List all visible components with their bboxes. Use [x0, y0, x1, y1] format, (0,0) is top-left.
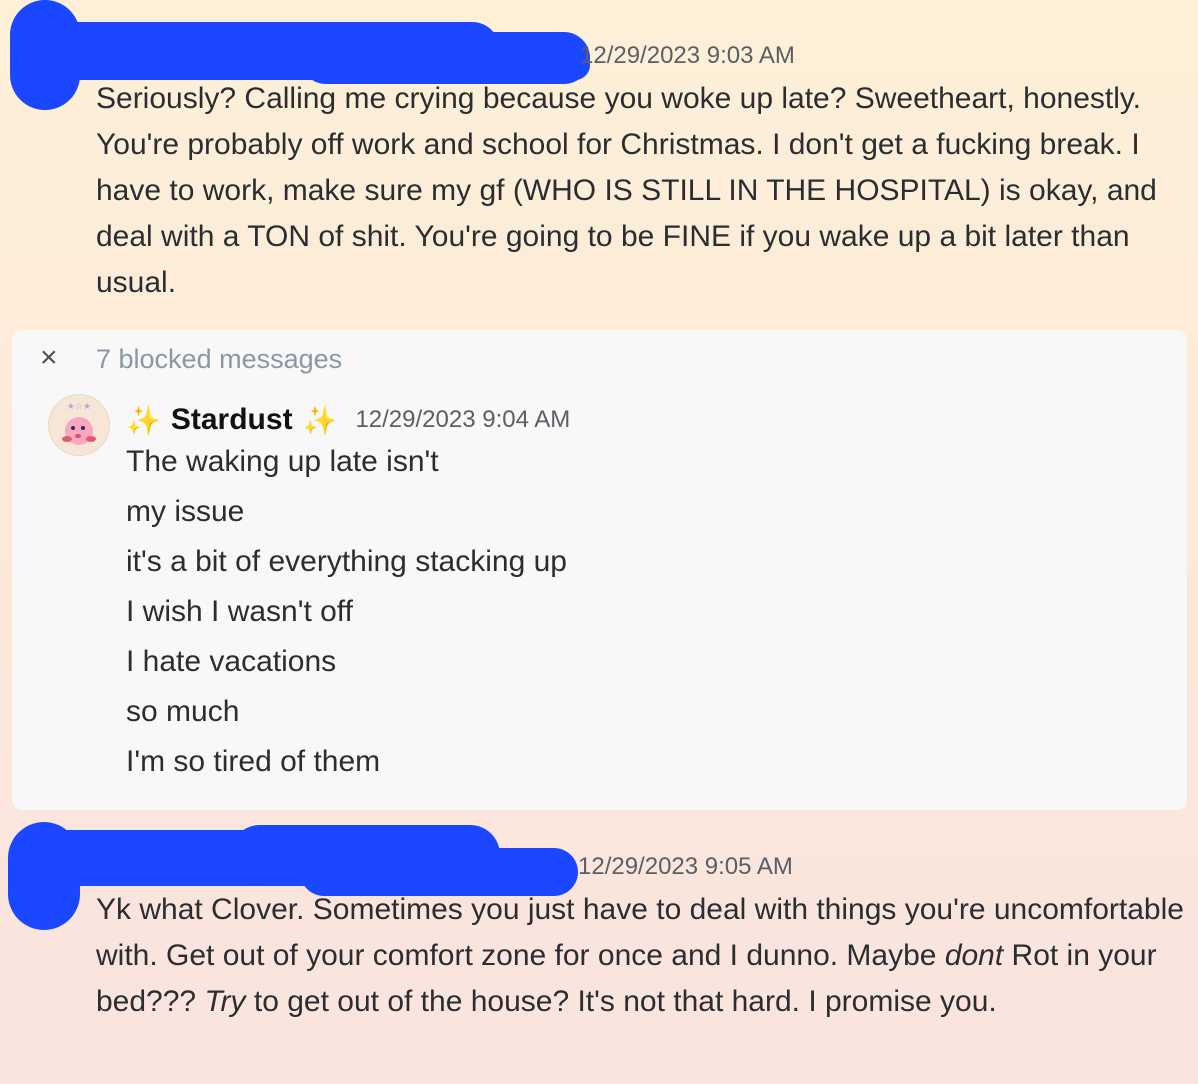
message-timestamp: 12/29/2023 9:04 AM	[355, 406, 571, 433]
message-line: I hate vacations	[126, 645, 337, 678]
message-text: Seriously? Calling me crying because you…	[96, 82, 1157, 299]
message-timestamp: 12/29/2023 9:03 AM	[580, 42, 795, 69]
sparkle-icon: ✨	[302, 404, 338, 436]
avatar[interactable]: ★☆★	[48, 394, 110, 456]
message-line: so much	[126, 695, 240, 728]
close-icon[interactable]: ×	[40, 338, 58, 378]
username[interactable]: Stardust	[171, 403, 293, 437]
message-line: The waking up late isn't	[126, 445, 439, 478]
author-row: ✨ Stardust ✨ 12/29/2023 9:04 AM	[126, 398, 570, 442]
message-timestamp: 12/29/2023 9:05 AM	[578, 853, 793, 880]
message-text: Yk what Clover. Sometimes you just have …	[96, 893, 1184, 1018]
message-line: I'm so tired of them	[126, 745, 381, 778]
sparkle-icon: ✨	[126, 404, 161, 436]
blocked-messages-toggle[interactable]: 7 blocked messages	[96, 344, 342, 375]
message-line: I wish I wasn't off	[126, 595, 353, 628]
message-line: my issue	[126, 495, 245, 528]
message-line: it's a bit of everything stacking up	[126, 545, 567, 578]
svg-text:★☆★: ★☆★	[67, 402, 91, 412]
